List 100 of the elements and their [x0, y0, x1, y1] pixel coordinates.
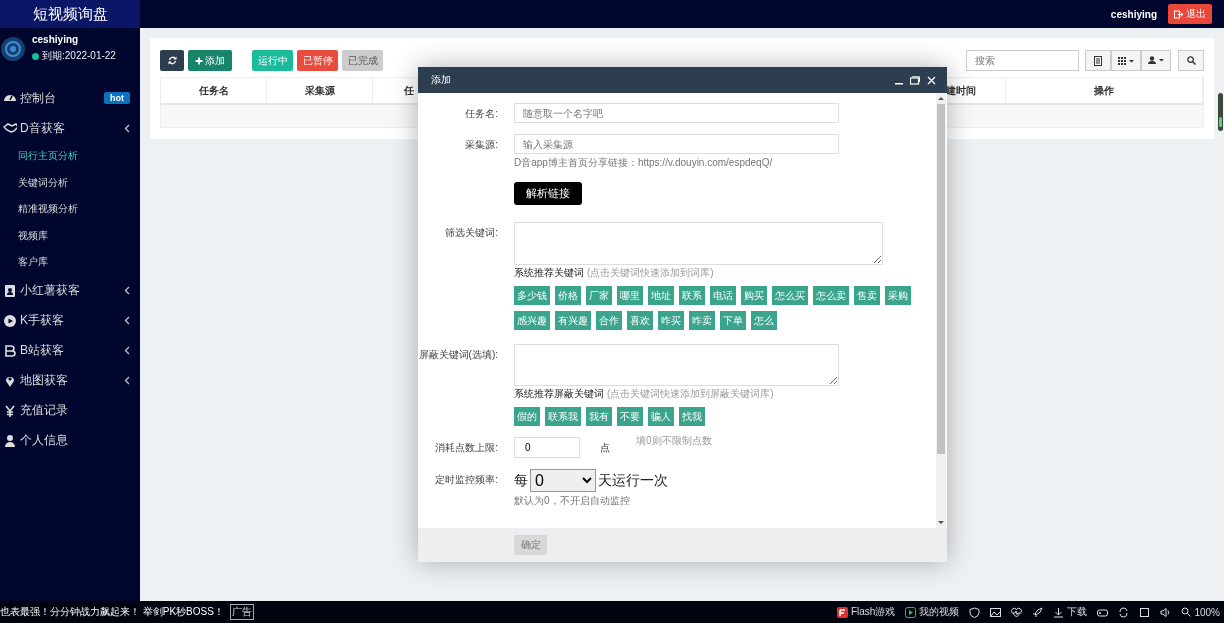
dialog-title: 添加: [431, 73, 451, 87]
days-select[interactable]: 0: [530, 469, 596, 492]
flash-games-link[interactable]: Flash游戏: [836, 605, 896, 619]
sidebar-item[interactable]: 控制台 hot: [0, 83, 140, 113]
filter-button[interactable]: 已暂停: [297, 50, 338, 71]
sidebar-subitem[interactable]: 同行主页分析: [0, 143, 140, 170]
keyword-tag[interactable]: 怎么买: [772, 286, 808, 305]
heartbeat-icon: [1011, 606, 1023, 618]
keyword-tag[interactable]: 地址: [648, 286, 674, 305]
hot-badge: hot: [104, 92, 130, 104]
keyword-tag[interactable]: 购买: [741, 286, 767, 305]
sidebar-subitem[interactable]: 关键词分析: [0, 169, 140, 196]
refresh-button[interactable]: [160, 50, 184, 71]
column-header: 建时间: [946, 83, 976, 98]
export-button[interactable]: [1141, 50, 1171, 71]
keyword-tag[interactable]: 有兴趣: [555, 311, 591, 330]
flash-icon: [836, 606, 848, 618]
keyword-tag[interactable]: 怎么: [751, 311, 777, 330]
suggestion-title: 系统推荐关键词: [514, 267, 584, 278]
sidebar-subitem[interactable]: 精准视频分析: [0, 196, 140, 223]
keyword-tag[interactable]: 厂家: [586, 286, 612, 305]
points-field[interactable]: 0: [514, 437, 580, 458]
sidebar-item[interactable]: D音获客: [0, 113, 140, 143]
keyword-tag[interactable]: 咋卖: [689, 311, 715, 330]
add-button[interactable]: 添加: [188, 50, 232, 71]
document-icon: [1094, 55, 1102, 66]
keyword-tag[interactable]: 下单: [720, 311, 746, 330]
rocket-icon: [1032, 606, 1044, 618]
profile-name: ceshiying: [32, 34, 80, 45]
keyword-tag[interactable]: 怎么卖: [813, 286, 849, 305]
search-button[interactable]: [1178, 50, 1204, 71]
keyword-tag[interactable]: 感兴趣: [514, 311, 550, 330]
search-icon: [1186, 56, 1196, 65]
suggestion-hint: (点击关键词快速添加到屏蔽关键词库): [607, 388, 774, 399]
sidebar-subitem[interactable]: 客户库: [0, 249, 140, 276]
chevron-left-icon: [124, 286, 130, 295]
suggestion-hint: (点击关键词快速添加到词库): [587, 267, 714, 278]
keyword-tag[interactable]: 采购: [885, 286, 911, 305]
sidebar-item[interactable]: 充值记录: [0, 395, 140, 426]
handshake-icon: [3, 121, 17, 135]
expiry-date: 到期:2022-01-22: [42, 49, 116, 63]
keyword-tag[interactable]: 价格: [555, 286, 581, 305]
help-text: 默认为0，不开启自动监控: [514, 494, 631, 508]
field-label: 屏蔽关键词(选填):: [418, 348, 499, 362]
chevron-left-icon: [124, 316, 130, 325]
gamepad-icon: [1097, 606, 1109, 618]
keyword-tag[interactable]: 联系: [679, 286, 705, 305]
ad-text[interactable]: 也表最强！分分钟战力飙起来！ 举剑PK秒BOSS！: [0, 605, 224, 619]
keyword-tag[interactable]: 骗人: [648, 407, 674, 426]
maximize-icon: [910, 75, 920, 85]
keyword-tag[interactable]: 咋买: [658, 311, 684, 330]
parse-link-button[interactable]: 解析链接: [514, 182, 582, 205]
text-field[interactable]: 随意取一个名字吧: [514, 103, 839, 123]
app-title: 短视频询盘: [32, 4, 108, 24]
grid-icon: [1118, 56, 1134, 65]
image-icon: [990, 606, 1002, 618]
keyword-tag[interactable]: 多少钱: [514, 286, 550, 305]
filter-button[interactable]: 运行中: [252, 50, 293, 71]
columns-button[interactable]: [1111, 50, 1141, 71]
keyword-tag[interactable]: 找我: [679, 407, 705, 426]
video-icon: [905, 606, 917, 618]
ad-tag: 广告: [229, 604, 254, 620]
list-view-button[interactable]: [1085, 50, 1111, 71]
field-label: 采集源:: [464, 138, 499, 152]
logout-button[interactable]: 退出: [1168, 4, 1212, 24]
sidebar-item[interactable]: 小红薯获客: [0, 275, 140, 306]
sidebar-item[interactable]: 个人信息: [0, 425, 140, 456]
speaker-icon: [1160, 606, 1172, 618]
keyword-tag[interactable]: 合作: [596, 311, 622, 330]
downloads-link[interactable]: 下载: [1053, 605, 1088, 619]
sidebar-item[interactable]: 地图获客: [0, 365, 140, 396]
sidebar-subitem[interactable]: 视频库: [0, 222, 140, 249]
field-label: 定时监控频率:: [434, 473, 499, 487]
sidebar-item[interactable]: B站获客: [0, 335, 140, 366]
keyword-tag[interactable]: 喜欢: [627, 311, 653, 330]
my-videos-link[interactable]: 我的视频: [905, 605, 960, 619]
sidebar-item[interactable]: K手获客: [0, 305, 140, 336]
chevron-left-icon: [124, 346, 130, 355]
keyword-tag[interactable]: 联系我: [545, 407, 581, 426]
prefix-label: 每: [514, 471, 528, 490]
shield-icon: [969, 606, 981, 618]
yen-icon: [3, 403, 17, 418]
keyword-tag[interactable]: 不要: [617, 407, 643, 426]
user-icon: [3, 433, 17, 448]
logout-icon: [1174, 9, 1183, 19]
window-icon: [1139, 606, 1151, 618]
keyword-tag[interactable]: 假的: [514, 407, 540, 426]
keyword-tag[interactable]: 电话: [710, 286, 736, 305]
search-field[interactable]: 搜索: [966, 50, 1079, 71]
keyword-tag[interactable]: 我有: [586, 407, 612, 426]
play-circle-icon: [3, 313, 17, 328]
field-label: 消耗点数上限:: [434, 441, 499, 455]
minimize-icon: [895, 83, 903, 85]
zoom-level[interactable]: 100%: [1181, 606, 1220, 618]
keyword-tag[interactable]: 售卖: [854, 286, 880, 305]
hint-text: 填0则不限制点数: [636, 434, 712, 448]
unit-label: 点: [600, 440, 610, 455]
letter-b-icon: [3, 343, 17, 358]
text-field[interactable]: 输入采集源: [514, 134, 839, 154]
keyword-tag[interactable]: 哪里: [617, 286, 643, 305]
